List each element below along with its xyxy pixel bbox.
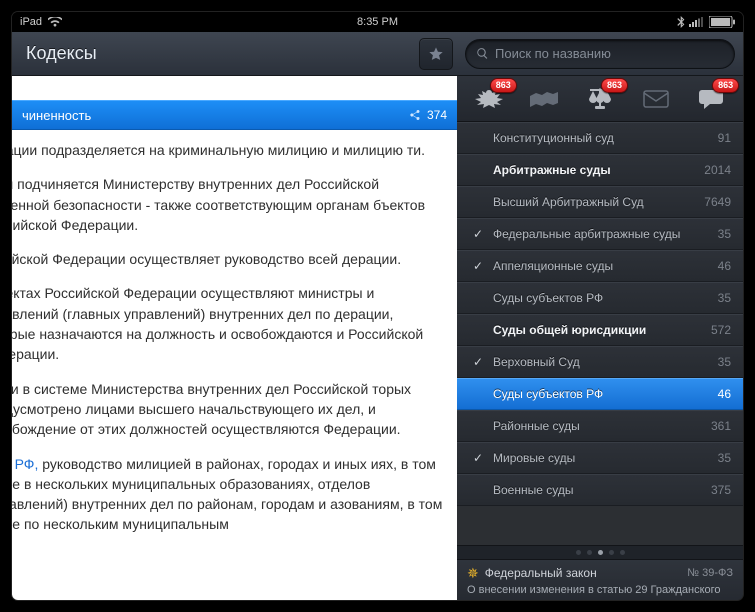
court-list-item[interactable]: ✓ Федеральные арбитражные суды 35 <box>457 218 743 250</box>
court-list-label: Районные суды <box>493 419 705 433</box>
law-subtitle: О внесении изменения в статью 29 Граждан… <box>467 584 733 596</box>
badge-count: 863 <box>712 78 739 94</box>
court-list-count: 7649 <box>704 195 731 209</box>
document-paragraph: иция подчиняется Министерству внутренних… <box>12 174 443 235</box>
court-list-item[interactable]: Арбитражные суды 2014 <box>457 154 743 186</box>
bluetooth-icon <box>677 16 685 28</box>
device-label: iPad <box>20 16 42 28</box>
court-list-label: Высший Арбитражный Суд <box>493 195 698 209</box>
court-list-label: Федеральные арбитражные суды <box>493 227 712 241</box>
document-paragraph: ности в системе Министерства внутренних … <box>12 379 443 440</box>
wifi-icon <box>48 17 62 27</box>
court-list-item[interactable]: Высший Арбитражный Суд 7649 <box>457 186 743 218</box>
search-bar: Поиск по названию <box>457 32 743 76</box>
court-list-count: 361 <box>711 419 731 433</box>
badge-count: 863 <box>601 78 628 94</box>
court-list-item[interactable]: ✓ Аппеляционные суды 46 <box>457 250 743 282</box>
court-list-label: Верховный Суд <box>493 355 712 369</box>
check-icon: ✓ <box>469 227 487 241</box>
court-list-item[interactable]: Суды субъектов РФ 46 <box>457 378 743 410</box>
page-dots[interactable] <box>457 545 743 559</box>
court-list-count: 572 <box>711 323 731 337</box>
court-list-label: Мировые суды <box>493 451 712 465</box>
court-list-label: Суды субъектов РФ <box>493 387 712 401</box>
court-list-count: 375 <box>711 483 731 497</box>
device-frame: iPad 8:35 PM Кодексы чиненность 374 <box>12 12 743 600</box>
court-list-item[interactable]: Военные суды 375 <box>457 474 743 506</box>
tab-eagle[interactable]: 863 <box>467 80 511 118</box>
court-list-label: Аппеляционные суды <box>493 259 712 273</box>
map-icon <box>529 90 559 108</box>
court-list-label: Суды субъектов РФ <box>493 291 712 305</box>
search-input[interactable]: Поиск по названию <box>465 39 735 69</box>
document-header: Кодексы <box>12 32 457 76</box>
clock-label: 8:35 PM <box>357 16 398 28</box>
badge-count: 863 <box>490 78 517 94</box>
court-list-count: 35 <box>718 355 731 369</box>
tab-bar: 863 863 863 <box>457 76 743 122</box>
court-list-item[interactable]: Суды субъектов РФ 35 <box>457 282 743 314</box>
court-list-label: Военные суды <box>493 483 705 497</box>
check-icon: ✓ <box>469 259 487 273</box>
status-bar: iPad 8:35 PM <box>12 12 743 32</box>
court-list-count: 46 <box>718 259 731 273</box>
check-icon: ✓ <box>469 355 487 369</box>
signal-icon <box>689 17 705 27</box>
sidebar-pane: Поиск по названию 863 863 <box>457 32 743 600</box>
star-icon <box>428 46 444 62</box>
section-count: 374 <box>427 108 447 122</box>
court-list-count: 35 <box>718 227 731 241</box>
court-list-label: Конституционный суд <box>493 131 712 145</box>
tab-map[interactable] <box>522 80 566 118</box>
court-list[interactable]: Конституционный суд 91 Арбитражные суды 201… <box>457 122 743 545</box>
law-link[interactable]: 9 УК РФ, <box>12 456 42 472</box>
favorite-button[interactable] <box>419 38 453 70</box>
search-icon <box>476 47 489 60</box>
related-law[interactable]: ✵ Федеральный закон № 39-ФЗ О внесении и… <box>457 559 743 600</box>
court-list-count: 35 <box>718 291 731 305</box>
document-paragraph: 9 УК РФ, руководство милицией в районах,… <box>12 454 443 535</box>
court-list-count: 35 <box>718 451 731 465</box>
section-title: чиненность <box>22 108 91 123</box>
search-placeholder: Поиск по названию <box>495 46 611 61</box>
battery-icon <box>709 16 735 28</box>
page-title: Кодексы <box>26 43 97 64</box>
document-paragraph: убъектах Российской Федерации осуществля… <box>12 283 443 364</box>
court-list-item[interactable]: ✓ Верховный Суд 35 <box>457 346 743 378</box>
document-pane: Кодексы чиненность 374 дерации подраздел… <box>12 32 457 600</box>
check-icon: ✓ <box>469 451 487 465</box>
law-number: № 39-ФЗ <box>687 567 733 579</box>
court-list-label: Суды общей юрисдикции <box>493 323 705 337</box>
share-icon <box>409 109 421 121</box>
court-list-label: Арбитражные суды <box>493 163 698 177</box>
court-list-item[interactable]: Суды общей юрисдикции 572 <box>457 314 743 346</box>
document-paragraph: оссийской Федерации осуществляет руковод… <box>12 249 443 269</box>
eagle-small-icon: ✵ <box>467 566 479 580</box>
court-list-count: 91 <box>718 131 731 145</box>
mail-icon <box>643 90 669 108</box>
section-header[interactable]: чиненность 374 <box>12 100 457 130</box>
court-list-count: 46 <box>718 387 731 401</box>
tab-chat[interactable]: 863 <box>689 80 733 118</box>
law-type: Федеральный закон <box>485 566 597 580</box>
tab-scales[interactable]: 863 <box>578 80 622 118</box>
court-list-count: 2014 <box>704 163 731 177</box>
document-paragraph: дерации подразделяется на криминальную м… <box>12 140 443 160</box>
court-list-item[interactable]: Конституционный суд 91 <box>457 122 743 154</box>
tab-mail[interactable] <box>634 80 678 118</box>
court-list-item[interactable]: Районные суды 361 <box>457 410 743 442</box>
document-body[interactable]: дерации подразделяется на криминальную м… <box>12 130 457 600</box>
court-list-item[interactable]: ✓ Мировые суды 35 <box>457 442 743 474</box>
